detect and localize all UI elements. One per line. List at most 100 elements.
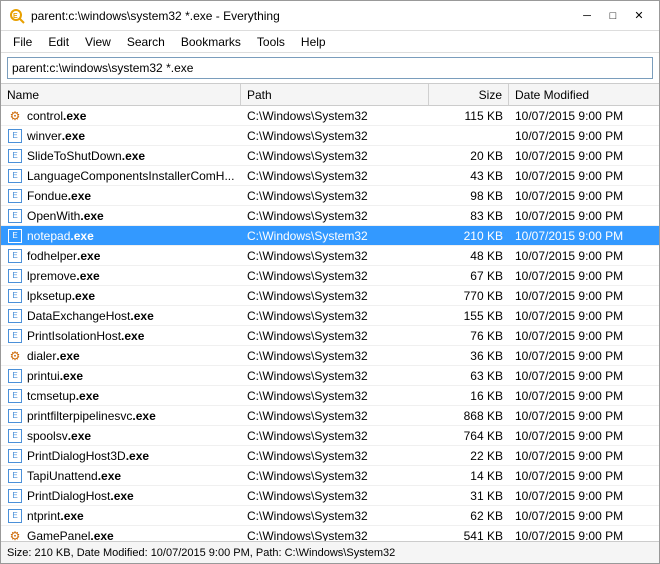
cell-date: 10/07/2015 9:00 PM	[509, 226, 659, 245]
cell-name: Espoolsv.exe	[1, 426, 241, 445]
cell-size: 20 KB	[429, 146, 509, 165]
file-name: lpremove.exe	[27, 269, 100, 283]
table-row[interactable]: Etcmsetup.exeC:\Windows\System3216 KB10/…	[1, 386, 659, 406]
file-name: LanguageComponentsInstallerComH...	[27, 169, 234, 183]
window-controls: ─ □ ✕	[575, 6, 651, 26]
menu-item-view[interactable]: View	[77, 33, 119, 51]
file-icon: E	[7, 148, 23, 164]
file-name: PrintDialogHost3D.exe	[27, 449, 149, 463]
cell-path: C:\Windows\System32	[241, 446, 429, 465]
table-row[interactable]: EPrintIsolationHost.exeC:\Windows\System…	[1, 326, 659, 346]
cell-size: 155 KB	[429, 306, 509, 325]
cell-path: C:\Windows\System32	[241, 306, 429, 325]
cell-date: 10/07/2015 9:00 PM	[509, 246, 659, 265]
table-row[interactable]: Eprintfilterpipelinesvc.exeC:\Windows\Sy…	[1, 406, 659, 426]
file-icon: E	[7, 188, 23, 204]
menu-item-help[interactable]: Help	[293, 33, 334, 51]
cell-path: C:\Windows\System32	[241, 206, 429, 225]
cell-name: Ewinver.exe	[1, 126, 241, 145]
cell-path: C:\Windows\System32	[241, 466, 429, 485]
table-row[interactable]: Entprint.exeC:\Windows\System3262 KB10/0…	[1, 506, 659, 526]
file-name: ntprint.exe	[27, 509, 84, 523]
file-icon: E	[7, 168, 23, 184]
table-row[interactable]: Ewinver.exeC:\Windows\System32 10/07/2015…	[1, 126, 659, 146]
menu-item-bookmarks[interactable]: Bookmarks	[173, 33, 249, 51]
maximize-button[interactable]: □	[601, 6, 625, 26]
table-row[interactable]: ⚙GamePanel.exeC:\Windows\System32541 KB1…	[1, 526, 659, 541]
close-button[interactable]: ✕	[627, 6, 651, 26]
file-icon: E	[7, 388, 23, 404]
cell-date: 10/07/2015 9:00 PM	[509, 166, 659, 185]
table-row[interactable]: EPrintDialogHost3D.exeC:\Windows\System3…	[1, 446, 659, 466]
file-name: DataExchangeHost.exe	[27, 309, 154, 323]
table-row[interactable]: ESlideToShutDown.exeC:\Windows\System322…	[1, 146, 659, 166]
cell-size: 36 KB	[429, 346, 509, 365]
file-icon: ⚙	[7, 108, 23, 124]
file-name: lpksetup.exe	[27, 289, 95, 303]
cell-size: 868 KB	[429, 406, 509, 425]
cell-path: C:\Windows\System32	[241, 226, 429, 245]
file-icon: E	[7, 248, 23, 264]
table-row[interactable]: E LanguageComponentsInstallerComH... C:\Wi…	[1, 166, 659, 186]
cell-size: 67 KB	[429, 266, 509, 285]
menu-item-tools[interactable]: Tools	[249, 33, 293, 51]
table-row[interactable]: Espoolsv.exeC:\Windows\System32764 KB10/…	[1, 426, 659, 446]
file-table: Name Path Size Date Modified ⚙control.ex…	[1, 84, 659, 541]
table-row[interactable]: Eprintui.exeC:\Windows\System3263 KB10/0…	[1, 366, 659, 386]
cell-name: EPrintDialogHost3D.exe	[1, 446, 241, 465]
col-header-path[interactable]: Path	[241, 84, 429, 105]
cell-path: C:\Windows\System32	[241, 166, 429, 185]
cell-date: 10/07/2015 9:00 PM	[509, 306, 659, 325]
cell-name: ETapiUnattend.exe	[1, 466, 241, 485]
cell-name: Elpksetup.exe	[1, 286, 241, 305]
cell-name: ESlideToShutDown.exe	[1, 146, 241, 165]
table-row[interactable]: Enotepad.exeC:\Windows\System32210 KB10/…	[1, 226, 659, 246]
search-input[interactable]	[7, 57, 653, 79]
cell-size: 770 KB	[429, 286, 509, 305]
cell-name: E LanguageComponentsInstallerComH...	[1, 166, 241, 185]
cell-path: C:\Windows\System32	[241, 266, 429, 285]
window-title: parent:c:\windows\system32 *.exe - Every…	[31, 9, 575, 23]
cell-size: 14 KB	[429, 466, 509, 485]
col-header-name[interactable]: Name	[1, 84, 241, 105]
cell-size: 76 KB	[429, 326, 509, 345]
minimize-button[interactable]: ─	[575, 6, 599, 26]
table-row[interactable]: EOpenWith.exeC:\Windows\System3283 KB10/…	[1, 206, 659, 226]
cell-date: 10/07/2015 9:00 PM	[509, 206, 659, 225]
table-row[interactable]: EFondue.exeC:\Windows\System3298 KB10/07…	[1, 186, 659, 206]
col-header-date[interactable]: Date Modified	[509, 84, 659, 105]
cell-name: EDataExchangeHost.exe	[1, 306, 241, 325]
cell-size: 31 KB	[429, 486, 509, 505]
cell-path: C:\Windows\System32	[241, 426, 429, 445]
table-row[interactable]: Elpremove.exeC:\Windows\System3267 KB10/…	[1, 266, 659, 286]
menu-item-file[interactable]: File	[5, 33, 40, 51]
table-row[interactable]: ETapiUnattend.exeC:\Windows\System3214 K…	[1, 466, 659, 486]
file-icon: E	[7, 408, 23, 424]
cell-path: C:\Windows\System32	[241, 126, 429, 145]
table-row[interactable]: ⚙control.exeC:\Windows\System32115 KB10/…	[1, 106, 659, 126]
main-window: E parent:c:\windows\system32 *.exe - Eve…	[0, 0, 660, 564]
table-row[interactable]: Efodhelper.exeC:\Windows\System3248 KB10…	[1, 246, 659, 266]
cell-size: 63 KB	[429, 366, 509, 385]
cell-path: C:\Windows\System32	[241, 486, 429, 505]
file-name: notepad.exe	[27, 229, 94, 243]
table-row[interactable]: EDataExchangeHost.exeC:\Windows\System32…	[1, 306, 659, 326]
cell-size: 16 KB	[429, 386, 509, 405]
cell-date: 10/07/2015 9:00 PM	[509, 126, 659, 145]
table-body[interactable]: ⚙control.exeC:\Windows\System32115 KB10/…	[1, 106, 659, 541]
table-row[interactable]: EPrintDialogHost.exeC:\Windows\System323…	[1, 486, 659, 506]
cell-date: 10/07/2015 9:00 PM	[509, 346, 659, 365]
menu-item-edit[interactable]: Edit	[40, 33, 77, 51]
cell-path: C:\Windows\System32	[241, 386, 429, 405]
cell-path: C:\Windows\System32	[241, 366, 429, 385]
file-icon: E	[7, 228, 23, 244]
file-icon: E	[7, 128, 23, 144]
menu-item-search[interactable]: Search	[119, 33, 173, 51]
table-row[interactable]: ⚙dialer.exeC:\Windows\System3236 KB10/07…	[1, 346, 659, 366]
table-row[interactable]: Elpksetup.exeC:\Windows\System32770 KB10…	[1, 286, 659, 306]
file-icon: E	[7, 328, 23, 344]
cell-date: 10/07/2015 9:00 PM	[509, 406, 659, 425]
file-name: fodhelper.exe	[27, 249, 100, 263]
cell-size: 764 KB	[429, 426, 509, 445]
col-header-size[interactable]: Size	[429, 84, 509, 105]
